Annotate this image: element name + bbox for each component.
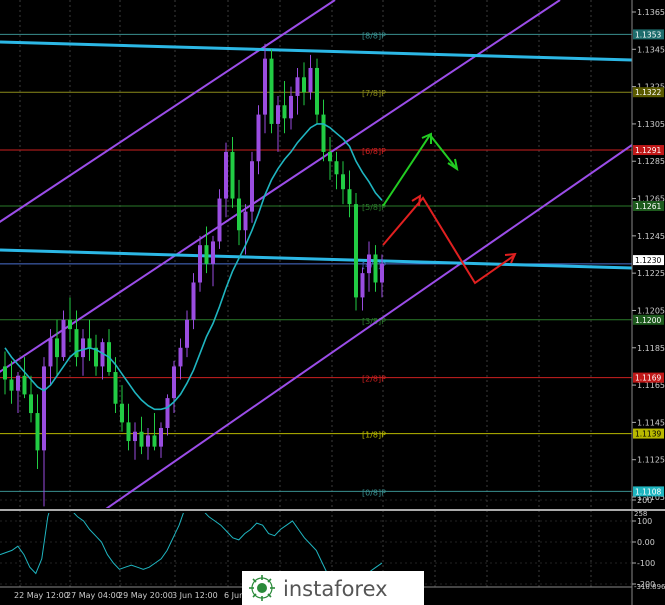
price-tick-label-11: 1.1145 [637, 418, 665, 427]
price-tick-label-12: 1.1125 [637, 456, 665, 465]
candle-body-35 [230, 151, 235, 199]
candle-body-38 [250, 161, 254, 212]
candle-body-34 [224, 151, 228, 199]
candle-body-20 [133, 431, 137, 442]
candle-body-28 [185, 319, 189, 348]
price-box-label-0: 1.1353 [635, 30, 661, 39]
candle-body-43 [282, 105, 287, 119]
price-box-label-2: 1.1291 [635, 146, 661, 155]
candle-body-44 [289, 95, 293, 119]
candle-body-4 [29, 394, 33, 414]
cci-tick-label-0: 200 [637, 496, 652, 505]
murrey-label-6: [2/8]P [362, 375, 386, 384]
murrey-label-2: [6/8]P [362, 147, 386, 156]
candle-body-40 [263, 58, 267, 115]
candle-body-45 [295, 77, 300, 96]
candle-body-55 [360, 273, 365, 298]
candle-body-25 [165, 398, 170, 428]
candle-body-6 [42, 366, 46, 451]
candle-body-41 [269, 58, 274, 124]
candle-body-29 [191, 282, 196, 320]
candle-body-51 [334, 161, 339, 175]
murrey-label-0: [8/8]P [362, 31, 386, 40]
cci-max-label: 258 [634, 510, 647, 518]
price-tick-label-4: 1.1285 [637, 157, 665, 166]
price-tick-label-8: 1.1205 [637, 306, 665, 315]
time-axis-label-4: 6 Jun [224, 591, 244, 600]
price-box-label-7: 1.1139 [635, 430, 661, 439]
time-axis-label-1: 27 May 04:00 [66, 591, 121, 600]
candle-body-9 [61, 319, 66, 358]
price-box-label-1: 1.1322 [635, 88, 661, 97]
cci-tick-label-3: -100 [637, 559, 655, 568]
watermark: instaforex [242, 571, 424, 605]
price-box-label-5: 1.1200 [635, 316, 661, 325]
candle-body-52 [341, 174, 345, 190]
candle-body-5 [35, 413, 40, 451]
candle-body-24 [159, 427, 163, 447]
time-axis-label-3: 3 Jun 12:00 [172, 591, 218, 600]
price-tick-label-9: 1.1185 [637, 344, 665, 353]
candle-body-3 [22, 375, 27, 395]
candle-body-36 [237, 198, 241, 231]
candle-body-32 [211, 241, 215, 264]
candle-body-10 [68, 319, 72, 330]
cci-tick-label-1: 100 [637, 517, 652, 526]
candle-body-26 [172, 366, 176, 399]
murrey-label-7: [1/8]P [362, 431, 386, 440]
cci-min-label: -310.896 [634, 583, 665, 591]
candle-body-23 [152, 435, 157, 447]
candle-body-53 [347, 189, 352, 205]
murrey-label-8: [0/8]P [362, 488, 386, 497]
candle-body-57 [373, 254, 378, 283]
cci-tick-label-2: 0.00 [637, 538, 655, 547]
candle-body-58 [380, 263, 384, 283]
candle-body-0 [3, 366, 7, 380]
candle-body-27 [178, 347, 183, 367]
candle-body-48 [315, 67, 319, 115]
price-tick-label-3: 1.1305 [637, 120, 665, 129]
candle-body-37 [243, 211, 248, 231]
price-tick-label-1: 1.1345 [637, 45, 665, 54]
candle-body-2 [16, 375, 20, 391]
candle-body-30 [198, 245, 202, 283]
time-axis-labels: 22 May 12:0027 May 04:0029 May 20:00 3 Ju… [14, 591, 244, 600]
candle-body-21 [139, 431, 144, 447]
candle-body-39 [256, 114, 261, 162]
candle-body-12 [81, 338, 85, 358]
murrey-label-3: [5/8]P [362, 203, 386, 212]
candle-body-7 [48, 338, 53, 367]
price-tick-label-0: 1.1365 [637, 8, 665, 17]
candle-body-42 [276, 105, 280, 124]
candle-body-31 [204, 245, 209, 264]
candle-body-50 [328, 151, 332, 162]
watermark-text: instaforex [283, 577, 388, 601]
candle-body-56 [367, 254, 371, 274]
chart-svg: [8/8]P[7/8]P[6/8]P[5/8]P[4/8]P[3/8]P[2/8… [0, 0, 665, 605]
time-axis-label-2: 29 May 20:00 [118, 591, 173, 600]
candle-body-13 [87, 338, 92, 348]
candle-body-54 [354, 204, 358, 298]
candle-body-17 [113, 372, 118, 404]
price-tick-label-6: 1.1245 [637, 232, 665, 241]
murrey-label-1: [7/8]P [362, 89, 386, 98]
candle-body-33 [217, 198, 222, 242]
price-box-label-6: 1.1169 [635, 374, 661, 383]
candle-body-1 [9, 379, 14, 391]
candle-body-47 [308, 67, 313, 93]
price-box-label-3: 1.1261 [635, 202, 661, 211]
time-axis-label-0: 22 May 12:00 [14, 591, 69, 600]
chart-window: [8/8]P[7/8]P[6/8]P[5/8]P[4/8]P[3/8]P[2/8… [0, 0, 665, 605]
candle-body-46 [302, 77, 306, 93]
price-tick-label-7: 1.1225 [637, 269, 665, 278]
candle-body-49 [321, 114, 326, 152]
candle-body-19 [126, 422, 131, 442]
price-box-label-4: 1.1230 [635, 256, 661, 265]
candle-body-18 [120, 403, 124, 423]
candle-body-8 [55, 338, 59, 358]
candle-body-22 [146, 435, 150, 447]
